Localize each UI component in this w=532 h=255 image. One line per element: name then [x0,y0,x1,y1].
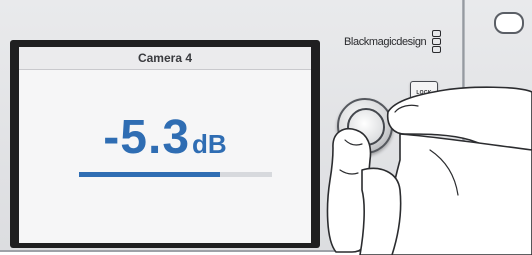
rack-mount-slot-icon [494,220,524,242]
set-button[interactable]: SET [410,153,438,177]
level-readout: -5.3dB [19,110,311,165]
set-button-label: SET [418,162,430,168]
rotary-knob-icon[interactable] [337,98,393,154]
brand-logo-text: Blackmagicdesign [344,36,427,48]
device-front-panel: Camera 4 -5.3dB Blackmagicdesign LOCK SE… [0,0,532,252]
camera-label: Camera 4 [137,51,193,65]
lock-button[interactable]: LOCK [410,81,438,105]
level-unit: dB [192,129,227,159]
blackmagic-logo-icon [432,30,441,54]
level-value: -5.3 [103,111,191,164]
level-meter-fill [79,172,220,177]
knob-cap [347,108,385,146]
lock-button-label: LOCK [416,90,432,96]
rack-ear-divider [462,0,465,250]
rack-mount-slot-icon [494,12,524,34]
level-meter [79,172,272,177]
screen-header: Camera 4 [19,47,311,70]
lcd-screen: Camera 4 -5.3dB [19,47,311,243]
